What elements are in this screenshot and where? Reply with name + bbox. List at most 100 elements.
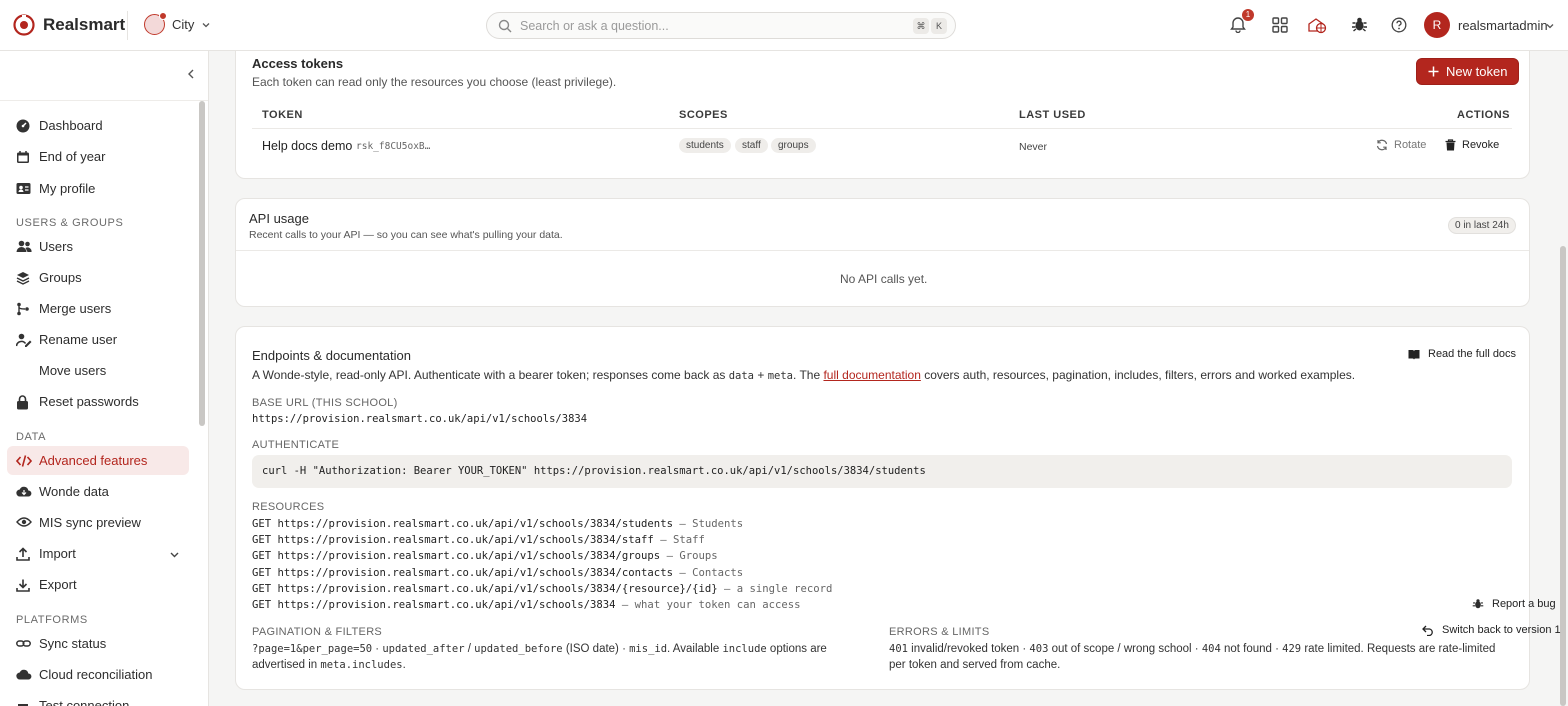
divider bbox=[252, 128, 1512, 129]
collapse-sidebar-icon[interactable] bbox=[185, 68, 197, 80]
sidebar-item-import[interactable]: Import bbox=[7, 539, 189, 568]
base-url-value: https://provision.realsmart.co.uk/api/v1… bbox=[252, 413, 588, 425]
sidebar-item-label: End of year bbox=[39, 149, 106, 164]
apps-grid-icon[interactable] bbox=[1272, 17, 1288, 33]
endpoint-path: GET https://provision.realsmart.co.uk/ap… bbox=[252, 599, 616, 611]
brand-logo[interactable]: Realsmart bbox=[13, 14, 125, 36]
school-switcher[interactable]: City bbox=[144, 12, 211, 35]
switch-version-button[interactable]: Switch back to version 1 bbox=[1422, 624, 1561, 636]
sidebar-item-label: MIS sync preview bbox=[39, 515, 141, 530]
sidebar-item-label: Users bbox=[39, 239, 73, 254]
rotate-label: Rotate bbox=[1394, 139, 1427, 151]
chevron-down-icon[interactable] bbox=[1545, 21, 1555, 31]
sidebar-scrollbar[interactable] bbox=[199, 101, 205, 426]
sidebar-item-label: Sync status bbox=[39, 636, 107, 651]
chevron-down-icon bbox=[201, 20, 211, 30]
endpoint-description: — a single record bbox=[717, 583, 833, 595]
revoke-button[interactable]: Revoke bbox=[1445, 139, 1499, 151]
sidebar-item-move-users[interactable]: Move users bbox=[7, 356, 189, 385]
sidebar-item-groups[interactable]: Groups bbox=[7, 263, 189, 292]
users-icon bbox=[16, 240, 32, 253]
divider bbox=[0, 100, 208, 101]
calls-count-badge: 0 in last 24h bbox=[1448, 217, 1516, 234]
read-full-docs-button[interactable]: Read the full docs bbox=[1408, 348, 1516, 360]
sidebar-item-my-profile[interactable]: My profile bbox=[7, 174, 189, 203]
sidebar-item-advanced-features[interactable]: Advanced features bbox=[7, 446, 189, 475]
inline-code: updated_after bbox=[382, 643, 465, 655]
avatar[interactable]: R bbox=[1424, 12, 1450, 38]
inline-code: include bbox=[722, 643, 767, 655]
revoke-label: Revoke bbox=[1462, 139, 1500, 151]
report-bug-button[interactable]: Report a bug bbox=[1472, 598, 1556, 610]
code-icon bbox=[16, 455, 32, 467]
undo-icon bbox=[1422, 625, 1434, 636]
intro-text: A Wonde-style, read-only API. Authentica… bbox=[252, 368, 729, 382]
page-scrollbar[interactable] bbox=[1560, 246, 1566, 706]
scope-chip: students bbox=[679, 138, 731, 153]
sidebar-item-reset-passwords[interactable]: Reset passwords bbox=[7, 387, 189, 416]
eye-icon bbox=[16, 516, 32, 528]
sidebar-item-export[interactable]: Export bbox=[7, 570, 189, 599]
merge-icon bbox=[16, 302, 30, 316]
pagination-part: (ISO date) · bbox=[562, 643, 630, 655]
bug-icon[interactable] bbox=[1351, 16, 1368, 33]
username[interactable]: realsmartadmin bbox=[1458, 18, 1548, 33]
sidebar-item-merge-users[interactable]: Merge users bbox=[7, 294, 189, 323]
curl-example-box[interactable]: curl -H "Authorization: Bearer YOUR_TOKE… bbox=[252, 455, 1512, 488]
sidebar-item-label: Reset passwords bbox=[39, 394, 139, 409]
sidebar-item-label: Dashboard bbox=[39, 118, 103, 133]
search-input[interactable]: Search or ask a question... ⌘ K bbox=[486, 12, 956, 39]
endpoint-path: GET https://provision.realsmart.co.uk/ap… bbox=[252, 567, 673, 579]
refresh-icon bbox=[1376, 139, 1388, 151]
card-subtitle: Recent calls to your API — so you can se… bbox=[249, 229, 563, 241]
access-tokens-card: Access tokens Each token can read only t… bbox=[235, 51, 1530, 179]
sidebar-item-wonde-data[interactable]: Wonde data bbox=[7, 477, 189, 506]
endpoints-docs-card: Endpoints & documentation Read the full … bbox=[235, 326, 1530, 690]
school-network-icon[interactable] bbox=[1307, 16, 1327, 34]
full-documentation-link[interactable]: full documentation bbox=[823, 368, 920, 382]
scope-chip: staff bbox=[735, 138, 768, 153]
sidebar-item-end-of-year[interactable]: End of year bbox=[7, 142, 189, 171]
sidebar-item-sync-status[interactable]: Sync status bbox=[7, 629, 189, 658]
trash-icon bbox=[1445, 139, 1456, 151]
endpoint-description: — Contacts bbox=[672, 567, 744, 579]
book-icon bbox=[1408, 349, 1420, 360]
token-name: Help docs demo bbox=[262, 139, 353, 153]
chevron-down-icon bbox=[169, 549, 180, 560]
sidebar-item-rename-user[interactable]: Rename user bbox=[7, 325, 189, 354]
endpoint-description: — what your token can access bbox=[615, 599, 801, 611]
inline-code: 401 bbox=[889, 643, 908, 655]
brand-name: Realsmart bbox=[43, 15, 126, 34]
rotate-button[interactable]: Rotate bbox=[1376, 139, 1426, 151]
sidebar-item-cloud-reconciliation[interactable]: Cloud reconciliation bbox=[7, 660, 189, 689]
card-title: Access tokens bbox=[252, 56, 344, 71]
pagination-part: . Available bbox=[667, 643, 723, 655]
sidebar-item-label: Wonde data bbox=[39, 484, 109, 499]
sidebar-item-label: Test connection bbox=[39, 698, 130, 706]
intro-text: covers auth, resources, pagination, incl… bbox=[920, 368, 1356, 382]
inline-code: 404 bbox=[1201, 643, 1221, 655]
resources-label: RESOURCES bbox=[252, 501, 325, 513]
inline-code: data bbox=[728, 370, 755, 382]
id-card-icon bbox=[16, 182, 31, 195]
lock-icon bbox=[16, 395, 29, 410]
new-token-button[interactable]: New token bbox=[1416, 58, 1520, 85]
authenticate-label: AUTHENTICATE bbox=[252, 439, 340, 451]
column-header-actions: ACTIONS bbox=[1457, 109, 1510, 121]
card-subtitle: Each token can read only the resources y… bbox=[252, 75, 617, 89]
resource-endpoint: GET https://provision.realsmart.co.uk/ap… bbox=[252, 534, 705, 546]
api-usage-card: API usage Recent calls to your API — so … bbox=[235, 198, 1530, 307]
card-title: Endpoints & documentation bbox=[252, 348, 411, 363]
cloud-icon bbox=[16, 668, 32, 680]
sidebar-item-dashboard[interactable]: Dashboard bbox=[7, 111, 189, 140]
sidebar-item-users[interactable]: Users bbox=[7, 232, 189, 261]
shortcut-cmd-key: ⌘ bbox=[913, 18, 929, 34]
help-icon[interactable] bbox=[1391, 17, 1407, 33]
sidebar-item-test-connection[interactable]: Test connection bbox=[7, 691, 189, 706]
sidebar-item-label: Rename user bbox=[39, 332, 118, 347]
sidebar-item-mis-sync-preview[interactable]: MIS sync preview bbox=[7, 508, 189, 537]
search-icon bbox=[498, 19, 512, 33]
intro-text: . The bbox=[793, 368, 824, 382]
endpoint-path: GET https://provision.realsmart.co.uk/ap… bbox=[252, 583, 718, 595]
section-label-platforms: PLATFORMS bbox=[16, 614, 88, 626]
